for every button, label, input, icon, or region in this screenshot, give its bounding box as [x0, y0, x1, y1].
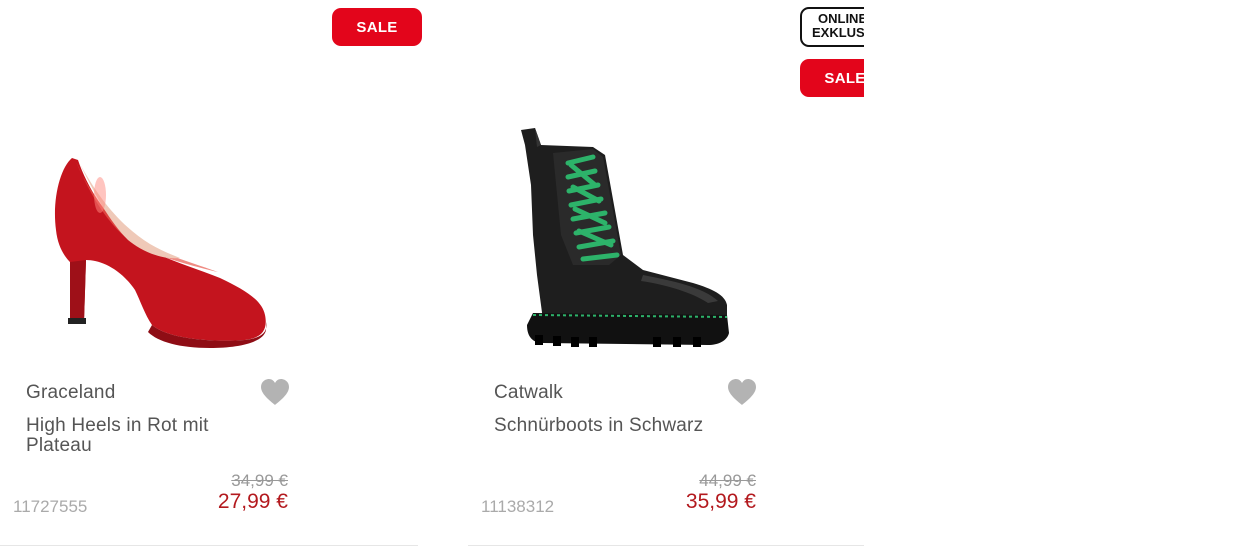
heart-icon[interactable] [259, 377, 291, 407]
product-name[interactable]: High Heels in Rot mit Plateau [26, 416, 256, 456]
sale-badge: SALE [800, 59, 864, 97]
product-brand: Catwalk [494, 382, 563, 403]
product-brand: Graceland [26, 382, 116, 403]
heart-icon[interactable] [726, 377, 758, 407]
product-image[interactable] [40, 150, 280, 355]
product-card[interactable]: ONLINE EXKLUSIV SALE Catwalk Schnürboots… [468, 0, 864, 546]
online-badge-line: EXKLUSIV [812, 25, 864, 40]
online-badge-line: ONLINE [818, 11, 864, 26]
product-image[interactable] [513, 125, 738, 350]
article-number: 11138312 [481, 497, 555, 516]
current-price: 35,99 € [685, 490, 756, 513]
product-name[interactable]: Schnürboots in Schwarz [494, 416, 754, 436]
article-number: 11727555 [13, 497, 88, 516]
current-price: 27,99 € [217, 490, 288, 513]
sale-badge: SALE [332, 8, 422, 46]
online-exclusive-badge: ONLINE EXKLUSIV [800, 7, 864, 47]
product-card[interactable]: SALE Graceland High Heels in Rot mit Pla… [0, 0, 422, 546]
old-price: 34,99 € [231, 471, 288, 490]
old-price: 44,99 € [699, 471, 756, 490]
